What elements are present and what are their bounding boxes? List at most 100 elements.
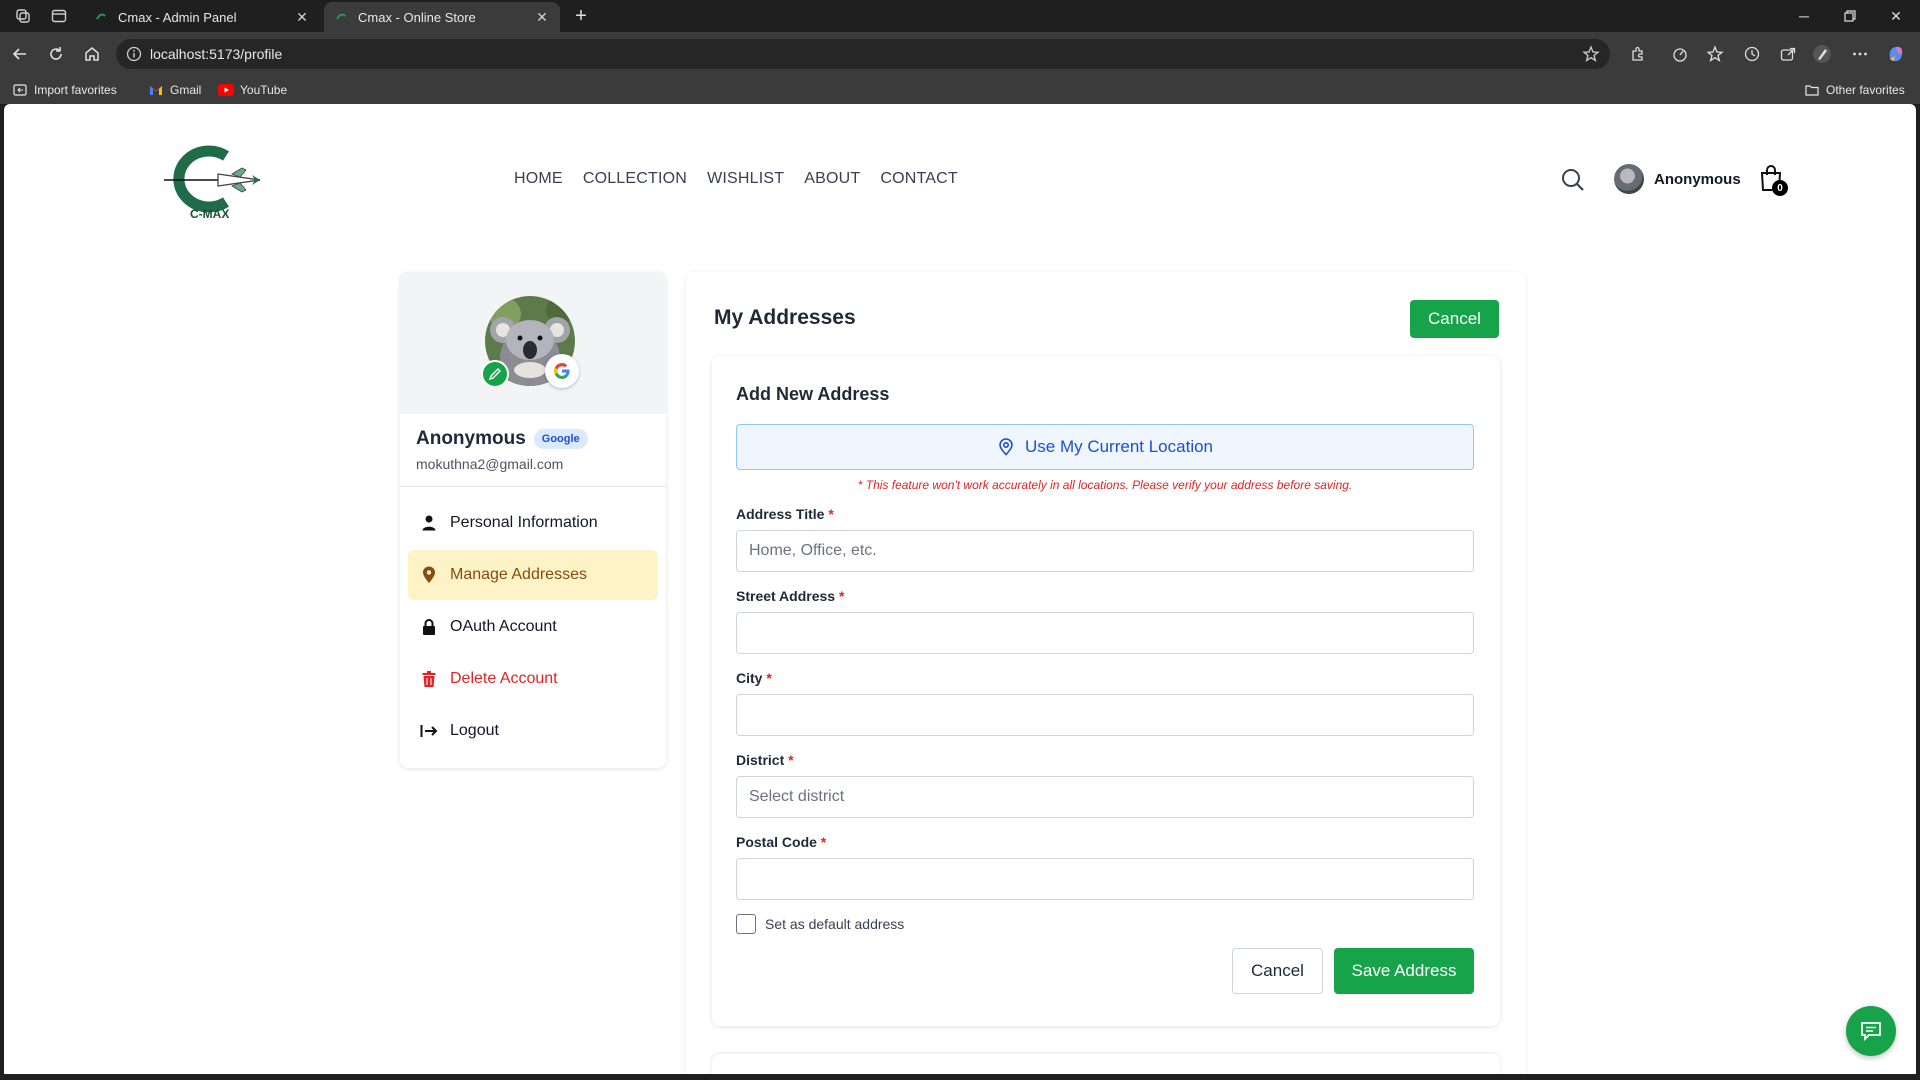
logout-icon: [420, 722, 438, 740]
district-select-value: Select district: [749, 788, 845, 805]
more-options-icon[interactable]: [1850, 44, 1870, 64]
default-address-row: Set as default address: [736, 914, 904, 934]
youtube-icon: [218, 82, 234, 98]
street-address-input[interactable]: [736, 612, 1474, 654]
tab-actions-icon[interactable]: [48, 5, 70, 27]
url-text: localhost:5173/profile: [150, 46, 283, 62]
city-input[interactable]: [736, 694, 1474, 736]
folder-icon: [1804, 82, 1820, 98]
sidebar-item-label: Delete Account: [450, 670, 558, 687]
address-title-input[interactable]: [736, 530, 1474, 572]
location-button-label: Use My Current Location: [1024, 437, 1214, 456]
cancel-button[interactable]: Cancel: [1232, 948, 1323, 994]
pencil-icon: [488, 368, 501, 381]
reload-icon[interactable]: [44, 42, 68, 66]
sidebar-item-label: Logout: [450, 722, 499, 739]
nav-wishlist[interactable]: WISHLIST: [707, 170, 784, 188]
logo-text: C-MAX: [190, 207, 229, 221]
nav-contact[interactable]: CONTACT: [880, 170, 958, 188]
required-mark: *: [820, 834, 827, 850]
default-address-label[interactable]: Set as default address: [765, 916, 904, 932]
favorites-icon[interactable]: [1706, 44, 1726, 64]
copilot-icon[interactable]: [1886, 44, 1906, 64]
sidebar-item-logout[interactable]: Logout: [408, 706, 658, 756]
lock-icon: [420, 618, 438, 636]
profile-sidebar: Anonymous Google mokuthna2@gmail.com Per…: [400, 272, 666, 768]
gmail-icon: [148, 82, 164, 98]
tab-admin-panel[interactable]: Cmax - Admin Panel ✕: [84, 2, 320, 32]
close-tab-icon[interactable]: ✕: [294, 9, 310, 25]
label-text: Address Title: [736, 506, 825, 522]
performance-icon[interactable]: [1670, 44, 1690, 64]
sidebar-item-manage-addresses[interactable]: Manage Addresses: [408, 550, 658, 600]
sidebar-item-label: Personal Information: [450, 514, 598, 531]
site-logo[interactable]: C-MAX: [160, 144, 268, 222]
address-title-label: Address Title *: [736, 506, 834, 522]
bookmark-label: Gmail: [170, 83, 202, 97]
nav-about[interactable]: ABOUT: [804, 170, 860, 188]
profile-menu: Personal Information Manage Addresses OA…: [408, 498, 658, 758]
person-icon: [420, 514, 438, 532]
chat-button[interactable]: [1846, 1006, 1896, 1056]
use-current-location-button[interactable]: Use My Current Location: [736, 424, 1474, 470]
home-icon[interactable]: [80, 42, 104, 66]
bookmark-gmail[interactable]: Gmail: [148, 81, 201, 99]
sidebar-item-label: OAuth Account: [450, 618, 557, 635]
required-mark: *: [788, 752, 794, 768]
bookmark-label: YouTube: [240, 83, 288, 97]
postal-code-input[interactable]: [736, 858, 1474, 900]
tab-title: Cmax - Admin Panel: [118, 9, 237, 25]
workspaces-icon[interactable]: [12, 5, 34, 27]
profile-name-row: Anonymous Google: [416, 428, 588, 450]
avatar: [1614, 164, 1644, 194]
sidebar-item-delete-account[interactable]: Delete Account: [408, 654, 658, 704]
restore-icon[interactable]: [1838, 4, 1862, 28]
sidebar-item-oauth-account[interactable]: OAuth Account: [408, 602, 658, 652]
minimize-icon[interactable]: ─: [1792, 4, 1816, 28]
share-icon[interactable]: [1778, 44, 1798, 64]
window-bottom-edge: [0, 1074, 1920, 1080]
close-window-icon[interactable]: ✕: [1884, 4, 1908, 28]
bookmark-other-favorites[interactable]: Other favorites: [1804, 81, 1905, 99]
add-address-form: Add New Address Use My Current Location …: [712, 356, 1500, 1026]
cart-button[interactable]: 0: [1758, 164, 1788, 196]
trash-icon: [420, 670, 438, 688]
main-nav: HOME COLLECTION WISHLIST ABOUT CONTACT: [514, 170, 958, 188]
nav-collection[interactable]: COLLECTION: [583, 170, 687, 188]
street-address-label: Street Address *: [736, 588, 844, 604]
favorite-star-icon[interactable]: [1582, 45, 1600, 63]
page-title: My Addresses: [714, 306, 856, 329]
close-tab-icon[interactable]: ✕: [534, 9, 550, 25]
back-icon[interactable]: [8, 42, 32, 66]
save-address-button[interactable]: Save Address: [1334, 948, 1474, 994]
new-tab-button[interactable]: +: [570, 5, 592, 27]
cancel-add-address-button[interactable]: Cancel: [1410, 300, 1499, 338]
district-select[interactable]: Select district: [736, 776, 1474, 818]
search-icon[interactable]: [1560, 167, 1586, 193]
bookmark-import-favorites[interactable]: Import favorites: [12, 81, 117, 99]
label-text: Street Address: [736, 588, 836, 604]
history-icon[interactable]: [1742, 44, 1762, 64]
divider: [400, 486, 666, 487]
address-bar[interactable]: localhost:5173/profile: [116, 39, 1610, 69]
user-menu[interactable]: Anonymous: [1614, 164, 1741, 194]
sidebar-item-personal-information[interactable]: Personal Information: [408, 498, 658, 548]
profile-avatar-wrap: [481, 296, 579, 388]
profile-icon[interactable]: [1812, 44, 1832, 64]
bookmark-label: Other favorites: [1826, 83, 1905, 97]
nav-home[interactable]: HOME: [514, 170, 563, 188]
edit-avatar-button[interactable]: [481, 360, 509, 388]
tab-online-store[interactable]: Cmax - Online Store ✕: [324, 2, 560, 32]
extensions-icon[interactable]: [1628, 44, 1648, 64]
site-favicon-icon: [334, 10, 348, 24]
site-info-icon[interactable]: [126, 46, 142, 62]
required-mark: *: [766, 670, 772, 686]
default-address-checkbox[interactable]: [736, 914, 756, 934]
chat-icon: [1861, 1022, 1881, 1041]
label-text: District: [736, 752, 785, 768]
bookmark-youtube[interactable]: YouTube: [218, 81, 287, 99]
postal-code-label: Postal Code *: [736, 834, 826, 850]
addresses-panel: My Addresses Cancel Add New Address Use …: [686, 272, 1526, 1074]
browser-toolbar: localhost:5173/profile: [0, 32, 1920, 76]
profile-header: [400, 272, 666, 414]
